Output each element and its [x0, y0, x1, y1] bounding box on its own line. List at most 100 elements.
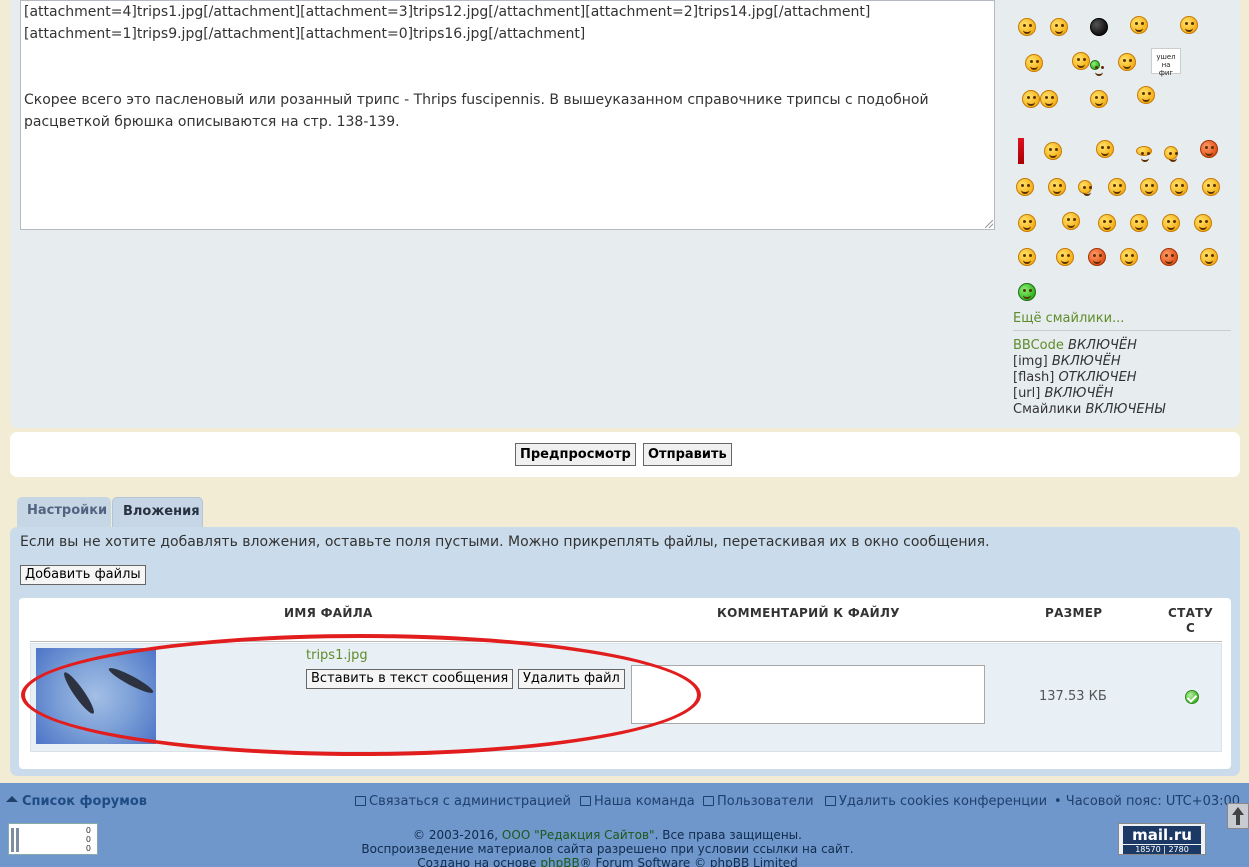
users-link[interactable]: Пользователи: [703, 794, 814, 809]
column-status-line-2: С: [1186, 621, 1196, 635]
file-name-link[interactable]: trips1.jpg: [306, 648, 368, 663]
smiley-icon[interactable]: [1040, 90, 1058, 108]
file-thumbnail[interactable]: [36, 648, 156, 744]
hand-smiley-icon[interactable]: [1137, 86, 1155, 104]
column-status: СТАТУ С: [1168, 606, 1213, 636]
smilies-status: Смайлики ВКЛЮЧЕНЫ: [1013, 402, 1165, 418]
company-link[interactable]: ООО "Редакция Сайтов": [502, 828, 655, 842]
message-line-2: [attachment=1]trips9.jpg[/attachment][at…: [24, 26, 586, 42]
status-ok-icon: [1185, 690, 1199, 704]
smiley-icon[interactable]: [1098, 214, 1116, 232]
smiley-icon[interactable]: [1096, 140, 1114, 158]
smiley-icon[interactable]: [1164, 146, 1178, 162]
smiley-icon[interactable]: [1140, 178, 1158, 196]
smiley-icon[interactable]: [1022, 90, 1040, 108]
smiley-icon[interactable]: [1044, 142, 1062, 160]
smiley-icon[interactable]: [1136, 146, 1152, 162]
smiley-icon[interactable]: [1130, 16, 1148, 34]
smiley-icon[interactable]: [1016, 178, 1034, 196]
smiley-icon[interactable]: [1018, 18, 1036, 36]
smiley-icon[interactable]: [1180, 16, 1198, 34]
send-button[interactable]: Отправить: [643, 443, 732, 466]
thumbnail-insect: [106, 664, 156, 697]
timezone-label: • Часовой пояс: UTC+03:00: [1054, 794, 1241, 809]
smiley-icon[interactable]: [1018, 248, 1036, 266]
smiley-icon[interactable]: [1108, 178, 1126, 196]
insert-into-message-button[interactable]: Вставить в текст сообщения: [306, 669, 514, 689]
smiley-icon[interactable]: [1170, 178, 1188, 196]
forums-list-link[interactable]: Список форумов: [6, 794, 147, 809]
phpbb-link[interactable]: phpBB: [540, 856, 579, 867]
mailru-count-1: 18570: [1135, 845, 1161, 854]
smiley-icon[interactable]: [1072, 52, 1090, 70]
reproduction-note: Воспроизведение материалов сайта разреше…: [361, 842, 854, 856]
smiley-icon[interactable]: [1048, 178, 1066, 196]
smiley-icon[interactable]: [1088, 248, 1106, 266]
smiley-icon[interactable]: [1062, 212, 1080, 230]
img-status: [img] ВКЛЮЧЁН: [1013, 354, 1165, 370]
message-line-3: Скорее всего это пасленовый или розанный…: [24, 92, 929, 108]
smiley-icon[interactable]: [1025, 54, 1043, 72]
smilies-label: Смайлики: [1013, 402, 1082, 417]
cool-smiley-icon[interactable]: [1056, 248, 1074, 266]
url-status: [url] ВКЛЮЧЁН: [1013, 386, 1165, 402]
column-status-line-1: СТАТУ: [1168, 606, 1214, 620]
small-smiley-icon[interactable]: [1090, 60, 1103, 76]
tab-settings[interactable]: Настройки: [17, 497, 111, 527]
img-label: [img]: [1013, 354, 1048, 369]
bomb-smiley-icon[interactable]: [1090, 18, 1108, 36]
delete-cookies-link[interactable]: Удалить cookies конференции: [825, 794, 1047, 809]
bbcode-link[interactable]: BBCode: [1013, 338, 1064, 353]
contact-admin-link[interactable]: Связаться с администрацией: [355, 794, 571, 809]
file-comment-input[interactable]: [631, 665, 985, 724]
header-divider: [30, 641, 1222, 642]
bbcode-status: BBCode ВКЛЮЧЁН: [1013, 338, 1165, 354]
our-team-link[interactable]: Наша команда: [580, 794, 695, 809]
attachments-table: ИМЯ ФАЙЛА КОММЕНТАРИЙ К ФАЙЛУ РАЗМЕР СТА…: [19, 598, 1231, 769]
trash-icon: [825, 796, 836, 806]
smiley-icon[interactable]: [1200, 248, 1218, 266]
sign-smiley-icon[interactable]: ушел на фиг: [1151, 48, 1181, 77]
mailru-counter[interactable]: mail.ru 18570 | 2780: [1118, 823, 1206, 855]
smiley-icon[interactable]: [1130, 214, 1148, 232]
powered-by: Создано на основе phpBB® Forum Software …: [0, 856, 1215, 867]
smiley-icon[interactable]: [1162, 214, 1180, 232]
footer-nav: Список форумов Связаться с администрацие…: [0, 794, 1249, 812]
smiley-icon[interactable]: [1200, 140, 1218, 158]
mailru-logo: mail.ru: [1123, 826, 1201, 844]
copyright-prefix: © 2003-2016,: [413, 828, 499, 842]
smiley-icon[interactable]: [1118, 53, 1136, 71]
contact-admin-label: Связаться с администрацией: [369, 794, 571, 809]
green-smiley-icon[interactable]: [1018, 283, 1036, 301]
scroll-to-top-icon[interactable]: [1227, 803, 1249, 829]
smiley-icon[interactable]: [1120, 248, 1138, 266]
smiley-icon[interactable]: [1194, 214, 1212, 232]
divider: [1013, 330, 1231, 331]
resize-grip-icon[interactable]: [985, 220, 993, 228]
smiley-icon[interactable]: [1160, 248, 1178, 266]
img-state: ВКЛЮЧЁН: [1051, 354, 1121, 369]
column-filename: ИМЯ ФАЙЛА: [284, 606, 373, 620]
bbcode-state: ВКЛЮЧЁН: [1068, 338, 1137, 353]
delete-cookies-label: Удалить cookies конференции: [839, 794, 1048, 809]
add-files-button[interactable]: Добавить файлы: [20, 565, 146, 585]
smiley-icon[interactable]: [1202, 178, 1220, 196]
smiley-icon[interactable]: [1090, 90, 1108, 108]
forums-list-label: Список форумов: [22, 794, 148, 809]
thumbnail-insect: [60, 669, 98, 717]
copyright: © 2003-2016, ООО "Редакция Сайтов". Все …: [0, 828, 1215, 867]
smiley-icon[interactable]: [1018, 214, 1036, 232]
message-line-4: расцветкой брюшка описываются на стр. 13…: [24, 114, 400, 130]
copyright-line: © 2003-2016, ООО "Редакция Сайтов". Все …: [0, 828, 1215, 842]
preview-button[interactable]: Предпросмотр: [515, 443, 636, 466]
message-textarea[interactable]: [attachment=4]trips1.jpg[/attachment][at…: [20, 0, 995, 230]
smiley-icon[interactable]: [1078, 180, 1092, 196]
tab-attachments[interactable]: Вложения: [112, 497, 203, 527]
team-icon: [580, 796, 591, 806]
more-smilies-link[interactable]: Ещё смайлики...: [1013, 311, 1124, 326]
bar-smiley-icon[interactable]: [1018, 138, 1024, 164]
smiley-icon[interactable]: [1050, 18, 1068, 36]
delete-file-button[interactable]: Удалить файл: [518, 669, 625, 689]
smilies-state: ВКЛЮЧЕНЫ: [1085, 402, 1166, 417]
envelope-icon: [355, 796, 366, 806]
